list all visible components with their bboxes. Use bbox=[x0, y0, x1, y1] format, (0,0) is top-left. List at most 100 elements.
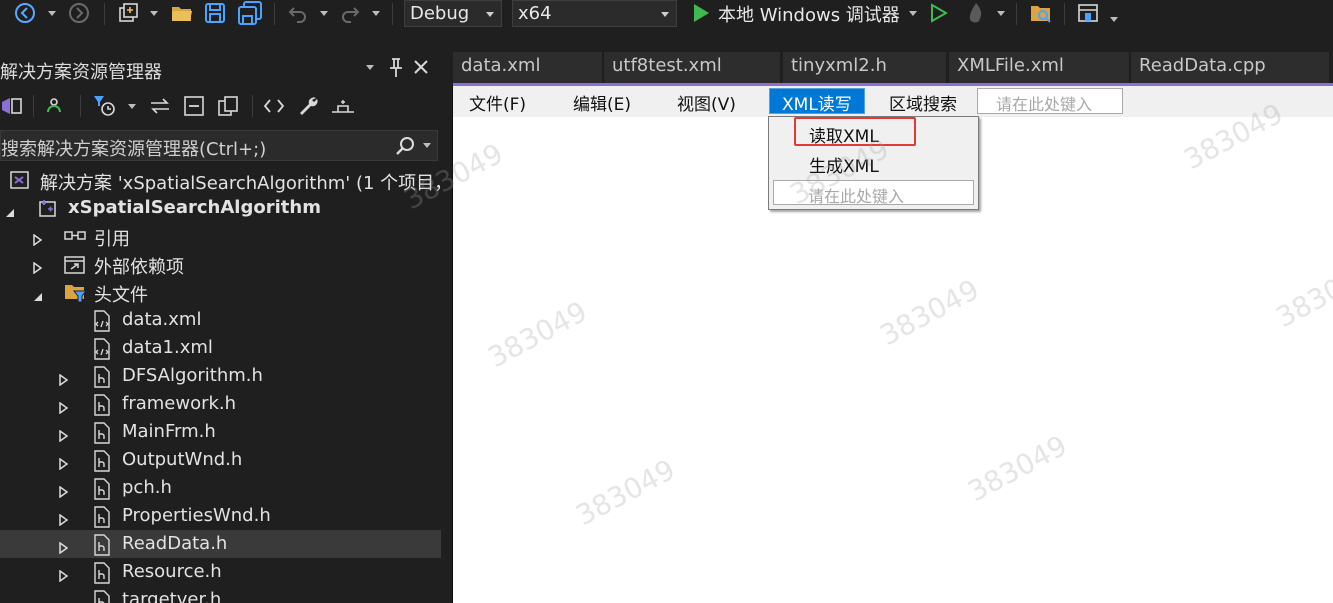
expanded-arrow-icon[interactable] bbox=[33, 287, 43, 306]
tab-label: ReadData.cpp bbox=[1139, 55, 1266, 76]
tree-node-file-selected[interactable]: ReadData.h bbox=[0, 530, 441, 558]
tree-node-references[interactable]: 引用 bbox=[0, 222, 441, 250]
run-target-label[interactable]: 本地 Windows 调试器 bbox=[718, 1, 900, 27]
view-code-icon[interactable] bbox=[262, 94, 288, 118]
tree-node-file[interactable]: pch.h bbox=[0, 474, 441, 502]
tree-node-file[interactable]: OutputWnd.h bbox=[0, 446, 441, 474]
collapsed-arrow-icon[interactable] bbox=[59, 427, 69, 446]
tree-node-label: framework.h bbox=[122, 393, 237, 414]
pending-changes-filter-icon[interactable] bbox=[92, 94, 120, 118]
solution-explorer-search-input[interactable]: 搜索解决方案资源管理器(Ctrl+;) bbox=[0, 130, 438, 161]
solution-explorer-toolbar bbox=[0, 88, 441, 124]
collapsed-arrow-icon[interactable] bbox=[33, 231, 43, 250]
collapse-all-icon[interactable] bbox=[182, 94, 206, 118]
tab-readdata-cpp[interactable]: ReadData.cpp bbox=[1131, 52, 1329, 83]
document-tab-strip: data.xml utf8test.xml tinyxml2.h XMLFile… bbox=[453, 52, 1333, 84]
menu-file[interactable]: 文件(F) bbox=[469, 88, 526, 115]
undo-icon[interactable] bbox=[284, 0, 312, 26]
expanded-arrow-icon[interactable] bbox=[5, 203, 15, 222]
open-folder-icon[interactable] bbox=[168, 0, 196, 26]
search-icon[interactable] bbox=[394, 135, 416, 157]
preview-selected-icon[interactable] bbox=[330, 94, 358, 118]
hot-reload-dropdown-icon[interactable] bbox=[997, 11, 1005, 16]
platform-select[interactable]: x64 bbox=[512, 0, 677, 27]
collapsed-arrow-icon[interactable] bbox=[33, 259, 43, 278]
menu-xml-read-write[interactable]: XML读写 bbox=[769, 88, 865, 115]
form-menu-bar: 文件(F) 编辑(E) 视图(V) XML读写 区域搜索 请在此处键入 bbox=[453, 86, 1333, 117]
tree-node-file[interactable]: PropertiesWnd.h bbox=[0, 502, 441, 530]
tree-node-file[interactable]: DFSAlgorithm.h bbox=[0, 362, 441, 390]
tree-node-file[interactable]: data.xml bbox=[0, 306, 441, 334]
tab-tinyxml2-h[interactable]: tinyxml2.h bbox=[783, 52, 946, 83]
tree-node-label: MainFrm.h bbox=[122, 421, 216, 442]
header-file-icon bbox=[92, 394, 112, 416]
tree-node-label: 外部依赖项 bbox=[94, 257, 184, 278]
new-project-icon[interactable] bbox=[114, 0, 142, 26]
navigate-forward-icon[interactable] bbox=[66, 0, 92, 26]
xml-file-icon bbox=[92, 310, 112, 332]
configuration-select[interactable]: Debug bbox=[404, 0, 502, 27]
tree-node-header-files[interactable]: 头文件 bbox=[0, 278, 441, 306]
tree-node-file[interactable]: targetver.h bbox=[0, 586, 441, 603]
toolbar-overflow-icon[interactable] bbox=[1110, 17, 1118, 22]
tab-data-xml[interactable]: data.xml bbox=[453, 52, 602, 83]
navigate-back-icon[interactable] bbox=[12, 0, 38, 26]
tree-node-label: PropertiesWnd.h bbox=[122, 505, 271, 526]
pin-icon[interactable] bbox=[386, 56, 406, 80]
collapsed-arrow-icon[interactable] bbox=[59, 567, 69, 586]
collapsed-arrow-icon[interactable] bbox=[59, 483, 69, 502]
tree-node-file[interactable]: framework.h bbox=[0, 390, 441, 418]
tree-node-label: pch.h bbox=[122, 477, 172, 498]
tab-utf8test-xml[interactable]: utf8test.xml bbox=[604, 52, 780, 83]
menu-view[interactable]: 视图(V) bbox=[677, 88, 736, 115]
collapsed-arrow-icon[interactable] bbox=[59, 539, 69, 558]
menu-edit[interactable]: 编辑(E) bbox=[573, 88, 631, 115]
header-file-icon bbox=[92, 478, 112, 500]
tree-node-file[interactable]: MainFrm.h bbox=[0, 418, 441, 446]
configuration-value: Debug bbox=[410, 3, 470, 24]
back-dropdown-icon[interactable] bbox=[48, 11, 56, 16]
collapsed-arrow-icon[interactable] bbox=[59, 455, 69, 474]
external-deps-icon bbox=[64, 254, 85, 274]
sync-active-document-icon[interactable] bbox=[44, 94, 70, 118]
sync-arrows-icon[interactable] bbox=[148, 94, 172, 118]
search-options-dropdown-icon[interactable] bbox=[423, 143, 431, 148]
redo-dropdown-icon[interactable] bbox=[372, 11, 380, 16]
start-without-debugging-icon[interactable] bbox=[926, 0, 952, 26]
show-all-files-icon[interactable] bbox=[216, 94, 240, 118]
tab-label: XMLFile.xml bbox=[957, 55, 1064, 76]
find-in-files-icon[interactable] bbox=[1027, 0, 1055, 26]
home-view-icon[interactable] bbox=[0, 94, 26, 118]
project-icon bbox=[38, 198, 58, 218]
tree-node-file[interactable]: Resource.h bbox=[0, 558, 441, 586]
window-layout-icon[interactable] bbox=[1074, 0, 1102, 26]
menu-region-search[interactable]: 区域搜索 bbox=[889, 88, 957, 115]
run-target-dropdown-icon[interactable] bbox=[909, 11, 917, 16]
collapsed-arrow-icon[interactable] bbox=[59, 399, 69, 418]
collapsed-arrow-icon[interactable] bbox=[59, 511, 69, 530]
window-position-dropdown-icon[interactable] bbox=[366, 65, 374, 70]
tree-node-label: DFSAlgorithm.h bbox=[122, 365, 263, 386]
menu-type-here-input[interactable]: 请在此处键入 bbox=[977, 88, 1123, 114]
tree-node-file[interactable]: data1.xml bbox=[0, 334, 441, 362]
tree-node-label: targetver.h bbox=[122, 589, 222, 603]
tree-node-label: 头文件 bbox=[94, 285, 148, 306]
hot-reload-icon[interactable] bbox=[962, 0, 990, 26]
save-icon[interactable] bbox=[201, 0, 229, 26]
new-dropdown-icon[interactable] bbox=[150, 11, 158, 16]
pending-changes-dropdown-icon[interactable] bbox=[128, 104, 136, 109]
close-icon[interactable] bbox=[412, 58, 432, 78]
tree-node-external-dependencies[interactable]: 外部依赖项 bbox=[0, 250, 441, 278]
collapsed-arrow-icon[interactable] bbox=[59, 371, 69, 390]
tab-xmlfile-xml[interactable]: XMLFile.xml bbox=[949, 52, 1129, 83]
chevron-down-icon bbox=[661, 12, 669, 17]
tree-node-label: data.xml bbox=[122, 309, 202, 330]
tab-label: data.xml bbox=[461, 55, 541, 76]
save-all-icon[interactable] bbox=[235, 0, 265, 26]
redo-icon[interactable] bbox=[336, 0, 364, 26]
tree-node-solution[interactable]: 解决方案 'xSpatialSearchAlgorithm' (1 个项目， bbox=[0, 166, 452, 194]
tree-node-project[interactable]: xSpatialSearchAlgorithm bbox=[0, 194, 441, 222]
undo-dropdown-icon[interactable] bbox=[320, 11, 328, 16]
properties-wrench-icon[interactable] bbox=[296, 94, 322, 118]
start-debugging-icon[interactable] bbox=[688, 0, 714, 26]
